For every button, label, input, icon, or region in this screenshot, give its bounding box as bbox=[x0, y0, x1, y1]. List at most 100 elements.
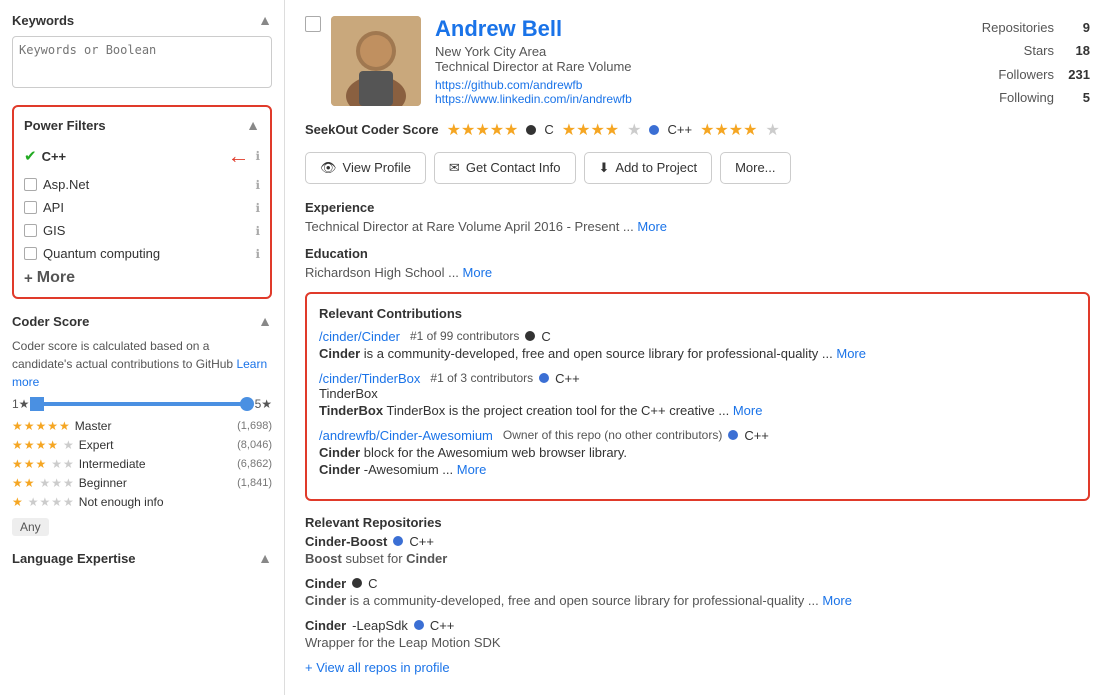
gis-checkbox[interactable] bbox=[24, 224, 37, 237]
red-arrow-right-icon: ← bbox=[227, 143, 249, 169]
score-slider-row: 1★ 5★ bbox=[12, 397, 272, 411]
action-buttons: 👁 View Profile ✉ Get Contact Info ⬇ Add … bbox=[305, 152, 1090, 184]
cpp-score-stars-dim: ★ bbox=[627, 120, 641, 140]
contrib-lang-dot-3 bbox=[728, 430, 738, 440]
filter-aspnet[interactable]: Asp.Net ℹ bbox=[24, 177, 260, 192]
lang-expertise-header: Language Expertise ▲ bbox=[12, 550, 272, 566]
intermediate-stars: ★★★ bbox=[12, 457, 47, 471]
contrib-desc-2: TinderBox TinderBox is the project creat… bbox=[319, 403, 1076, 418]
repo-item-2: Cinder C Cinder is a community-developed… bbox=[305, 576, 1090, 608]
filter-cpp[interactable]: ✔ C++ ← ℹ bbox=[24, 143, 260, 169]
coder-score-header: Coder Score ▲ bbox=[12, 313, 272, 329]
download-icon: ⬇ bbox=[599, 160, 610, 176]
experience-section: Experience Technical Director at Rare Vo… bbox=[305, 200, 1090, 234]
repo-more-2[interactable]: More bbox=[822, 593, 852, 608]
get-contact-button[interactable]: ✉ Get Contact Info bbox=[434, 152, 576, 184]
view-all-repos-link[interactable]: + View all repos in profile bbox=[305, 660, 1090, 675]
contrib-meta-3: Owner of this repo (no other contributor… bbox=[503, 428, 722, 442]
coder-score-description: Coder score is calculated based on a can… bbox=[12, 337, 272, 391]
profile-location: New York City Area bbox=[435, 44, 982, 59]
noinfo-stars: ★ bbox=[12, 495, 24, 509]
expert-count: (8,046) bbox=[237, 439, 272, 451]
profile-stats: Repositories 9 Stars 18 Followers 231 Fo… bbox=[982, 16, 1090, 110]
filter-gis-info-icon[interactable]: ℹ bbox=[255, 224, 260, 238]
experience-more-link[interactable]: More bbox=[637, 219, 667, 234]
c-lang-label: C bbox=[544, 122, 553, 137]
avatar-image bbox=[331, 16, 421, 106]
more-button[interactable]: More... bbox=[720, 152, 790, 184]
repo-dot-3 bbox=[414, 620, 424, 630]
contrib-meta-2: #1 of 3 contributors bbox=[430, 371, 533, 385]
education-more-link[interactable]: More bbox=[463, 265, 493, 280]
github-link[interactable]: https://github.com/andrewfb bbox=[435, 78, 982, 92]
coder-score-title: Coder Score bbox=[12, 314, 89, 329]
api-checkbox[interactable] bbox=[24, 201, 37, 214]
contrib-more-3[interactable]: More bbox=[457, 462, 487, 477]
profile-info: Andrew Bell New York City Area Technical… bbox=[435, 16, 982, 106]
followers-label: Followers bbox=[998, 63, 1054, 86]
expert-stars-dim: ★ bbox=[63, 438, 75, 452]
score-master-row[interactable]: ★★★★★ Master (1,698) bbox=[12, 419, 272, 433]
contrib-repo-link-3[interactable]: /andrewfb/Cinder-Awesomium bbox=[319, 428, 493, 443]
following-stat: Following 5 bbox=[982, 86, 1090, 109]
following-value: 5 bbox=[1060, 86, 1090, 109]
power-filters-toggle[interactable]: ▲ bbox=[246, 117, 260, 133]
lang-expertise-toggle[interactable]: ▲ bbox=[258, 550, 272, 566]
view-profile-button[interactable]: 👁 View Profile bbox=[305, 152, 426, 184]
quantum-checkbox[interactable] bbox=[24, 247, 37, 260]
score-slider-track[interactable] bbox=[35, 402, 248, 406]
contrib-repo-link-1[interactable]: /cinder/Cinder bbox=[319, 329, 400, 344]
score-expert-row[interactable]: ★★★★★ Expert (8,046) bbox=[12, 438, 272, 452]
filter-gis-label: GIS bbox=[43, 223, 255, 238]
keywords-toggle[interactable]: ▲ bbox=[258, 12, 272, 28]
score-intermediate-row[interactable]: ★★★★★ Intermediate (6,862) bbox=[12, 457, 272, 471]
education-text: Richardson High School ... bbox=[305, 265, 459, 280]
aspnet-checkbox[interactable] bbox=[24, 178, 37, 191]
score-noinfo-row[interactable]: ★★★★★ Not enough info bbox=[12, 495, 272, 509]
filter-quantum-info-icon[interactable]: ℹ bbox=[255, 247, 260, 261]
filter-api-info-icon[interactable]: ℹ bbox=[255, 201, 260, 215]
expert-label: Expert bbox=[79, 438, 233, 452]
profile-name: Andrew Bell bbox=[435, 16, 982, 42]
contribution-item-1: /cinder/Cinder #1 of 99 contributors C C… bbox=[319, 329, 1076, 361]
education-section: Education Richardson High School ... Mor… bbox=[305, 246, 1090, 280]
filter-api[interactable]: API ℹ bbox=[24, 200, 260, 215]
contrib-lang-3: C++ bbox=[744, 428, 769, 443]
profile-avatar bbox=[331, 16, 421, 106]
contrib-repo-link-2[interactable]: /cinder/TinderBox bbox=[319, 371, 420, 386]
stars-label: Stars bbox=[1024, 39, 1054, 62]
contrib-desc-1: Cinder is a community-developed, free an… bbox=[319, 346, 1076, 361]
get-contact-label: Get Contact Info bbox=[466, 160, 561, 175]
contrib-desc-3b: Cinder -Awesomium ... More bbox=[319, 462, 1076, 477]
repositories-section: Relevant Repositories Cinder-Boost C++ B… bbox=[305, 515, 1090, 675]
keywords-input[interactable] bbox=[12, 36, 272, 88]
power-filters-more[interactable]: + More bbox=[24, 269, 260, 287]
filter-quantum[interactable]: Quantum computing ℹ bbox=[24, 246, 260, 261]
add-project-button[interactable]: ⬇ Add to Project bbox=[584, 152, 713, 184]
linkedin-link[interactable]: https://www.linkedin.com/in/andrewfb bbox=[435, 92, 982, 106]
any-badge[interactable]: Any bbox=[12, 518, 49, 536]
contrib-more-1[interactable]: More bbox=[836, 346, 866, 361]
contrib-more-2[interactable]: More bbox=[733, 403, 763, 418]
expert-stars: ★★★★ bbox=[12, 438, 59, 452]
slider-min-label: 1★ bbox=[12, 397, 29, 411]
contrib-desc-3: Cinder block for the Awesomium web brows… bbox=[319, 445, 1076, 460]
filter-aspnet-info-icon[interactable]: ℹ bbox=[255, 178, 260, 192]
filter-gis[interactable]: GIS ℹ bbox=[24, 223, 260, 238]
add-project-label: Add to Project bbox=[615, 160, 697, 175]
filter-quantum-label: Quantum computing bbox=[43, 246, 255, 261]
repositories-title: Relevant Repositories bbox=[305, 515, 1090, 530]
envelope-icon: ✉ bbox=[449, 160, 460, 176]
stars-value: 18 bbox=[1060, 39, 1090, 62]
contrib-lang-dot-2 bbox=[539, 373, 549, 383]
filter-cpp-info-icon[interactable]: ℹ bbox=[255, 149, 260, 163]
beginner-stars: ★★ bbox=[12, 476, 36, 490]
beginner-stars-dim: ★★★ bbox=[40, 476, 75, 490]
contrib-lang-2: C++ bbox=[555, 371, 580, 386]
coder-score-toggle[interactable]: ▲ bbox=[258, 313, 272, 329]
score-beginner-row[interactable]: ★★★★★ Beginner (1,841) bbox=[12, 476, 272, 490]
power-filters-title: Power Filters bbox=[24, 118, 106, 133]
contribution-item-2: /cinder/TinderBox #1 of 3 contributors C… bbox=[319, 371, 1076, 418]
filter-aspnet-label: Asp.Net bbox=[43, 177, 255, 192]
profile-select-checkbox[interactable] bbox=[305, 16, 321, 32]
